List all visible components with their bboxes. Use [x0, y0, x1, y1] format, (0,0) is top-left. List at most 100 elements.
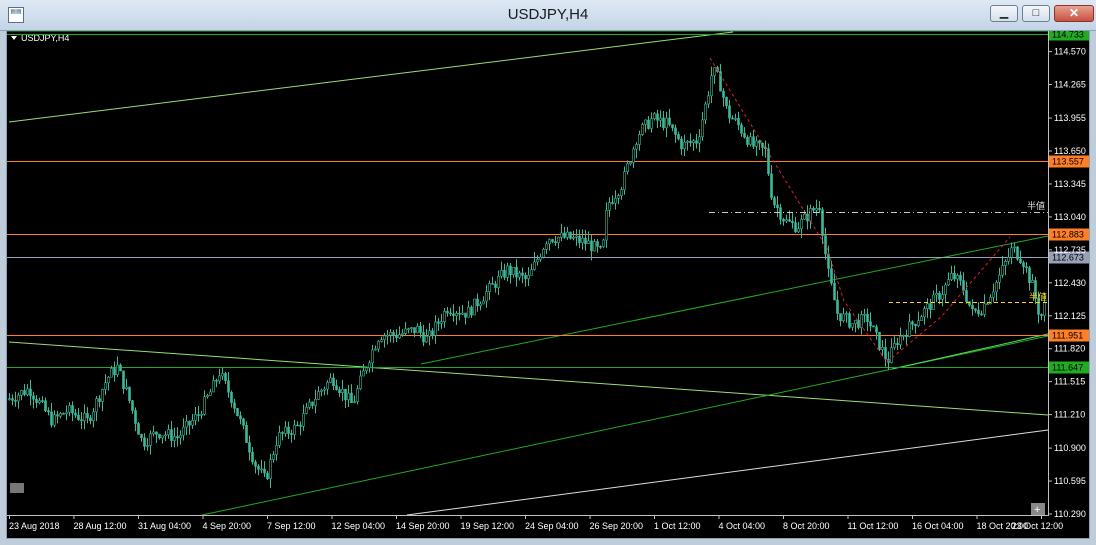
candle-body — [701, 119, 704, 138]
candle-body — [221, 373, 224, 377]
candle-body — [983, 303, 986, 315]
price-tick-label: 111.210 — [1054, 410, 1085, 420]
trendline[interactable] — [406, 429, 1049, 516]
candle-body — [116, 364, 119, 376]
candle-body — [323, 388, 326, 391]
price-tick-label: 110.290 — [1054, 509, 1086, 519]
candle-body — [998, 274, 1001, 283]
candle-body — [95, 398, 98, 413]
minimize-button[interactable]: ▁ — [990, 5, 1018, 22]
time-tick-label: 4 Sep 20:00 — [203, 521, 252, 531]
chart-area[interactable]: USDJPY,H4 114.733 113.557 112.883 112.673 11… — [6, 28, 1090, 539]
candle-body — [242, 418, 245, 426]
time-tick-label: 1 Oct 12:00 — [654, 521, 701, 531]
candle-body — [287, 426, 290, 434]
candle-body — [167, 429, 170, 436]
candle-body — [566, 231, 569, 238]
candle-body — [785, 219, 788, 222]
candle-body — [71, 405, 74, 414]
close-icon: ✕ — [1068, 6, 1080, 20]
window-title: USDJPY,H4 — [507, 6, 589, 23]
candle-body — [368, 362, 371, 369]
candle-body — [977, 309, 980, 315]
candle-body — [509, 265, 512, 276]
candle-body — [212, 380, 215, 393]
candle-body — [293, 424, 296, 435]
candle-body — [749, 136, 752, 145]
candle-body — [1004, 261, 1007, 266]
symbol-dropdown-icon[interactable] — [11, 36, 17, 40]
window-titlebar[interactable]: ▤▤ USDJPY,H4 ▁ □ ✕ — [0, 0, 1096, 31]
time-tick-label: 19 Sep 12:00 — [461, 521, 515, 531]
candle-body — [146, 445, 149, 447]
candle-body — [548, 239, 551, 245]
candle-body — [797, 228, 800, 233]
candle-body — [404, 328, 407, 334]
candle-body — [839, 313, 842, 322]
candle-body — [98, 398, 101, 402]
candle-body — [143, 437, 146, 447]
candle-body — [248, 442, 251, 453]
candle-body — [794, 222, 797, 233]
candle-body — [260, 468, 263, 471]
trendline[interactable] — [891, 333, 1049, 370]
maximize-button[interactable]: □ — [1022, 5, 1050, 22]
candle-body — [488, 283, 491, 293]
candle-body — [296, 424, 299, 427]
candle-body — [773, 197, 776, 206]
candle-body — [119, 364, 122, 372]
candle-body — [611, 202, 614, 204]
zoom-plus-icon: + — [1034, 504, 1040, 516]
time-tick-label: 7 Sep 12:00 — [267, 521, 316, 531]
candle-body — [665, 117, 668, 129]
price-axis: 114.570 114.265 113.955 113.650 113.345 113.0… — [1048, 47, 1086, 519]
candle-body — [917, 320, 920, 327]
candle-body — [65, 411, 68, 415]
candle-body — [152, 431, 155, 435]
candle-body — [440, 321, 443, 324]
candle-body — [386, 334, 389, 337]
trendline[interactable] — [420, 235, 1049, 365]
candle-body — [185, 420, 188, 428]
candle-body — [491, 283, 494, 285]
candle-body — [809, 208, 812, 222]
level-price-label: 111.951 — [1052, 331, 1083, 341]
candle-body — [383, 335, 386, 340]
candle-body — [830, 268, 833, 284]
candle-body — [215, 380, 218, 382]
candle-body — [959, 275, 962, 281]
candle-body — [938, 293, 941, 300]
candle-body — [470, 306, 473, 316]
candle-body — [1019, 258, 1022, 263]
candle-body — [479, 303, 482, 307]
price-chart[interactable]: USDJPY,H4 114.733113.557112.883112.67311… — [7, 28, 1089, 538]
time-tick-label: 8 Oct 20:00 — [783, 521, 830, 531]
price-tick-label: 113.955 — [1054, 113, 1086, 123]
trendline[interactable] — [8, 31, 734, 123]
candle-body — [176, 436, 179, 439]
candle-body — [650, 118, 653, 129]
candle-body — [38, 400, 41, 403]
candle-body — [395, 334, 398, 339]
candle-body — [527, 274, 530, 280]
candle-body — [728, 105, 731, 119]
candle-body — [623, 171, 626, 191]
level-price-label: 113.557 — [1052, 157, 1084, 167]
candle-body — [971, 304, 974, 310]
candle-body — [953, 273, 956, 280]
time-tick-label: 26 Sep 20:00 — [590, 521, 644, 531]
candle-body — [161, 435, 164, 439]
candle-body — [26, 388, 29, 395]
candle-body — [380, 339, 383, 342]
candle-body — [770, 173, 773, 199]
candle-body — [374, 348, 377, 351]
candle-body — [443, 311, 446, 322]
close-button[interactable]: ✕ — [1054, 5, 1094, 22]
scroll-handle[interactable] — [10, 483, 24, 493]
candle-body — [782, 218, 785, 222]
candle-body — [929, 303, 932, 310]
candle-body — [188, 420, 191, 426]
candle-body — [647, 119, 650, 129]
candle-body — [80, 419, 83, 422]
half-retrace-label-upper: 半値 — [1027, 200, 1045, 211]
